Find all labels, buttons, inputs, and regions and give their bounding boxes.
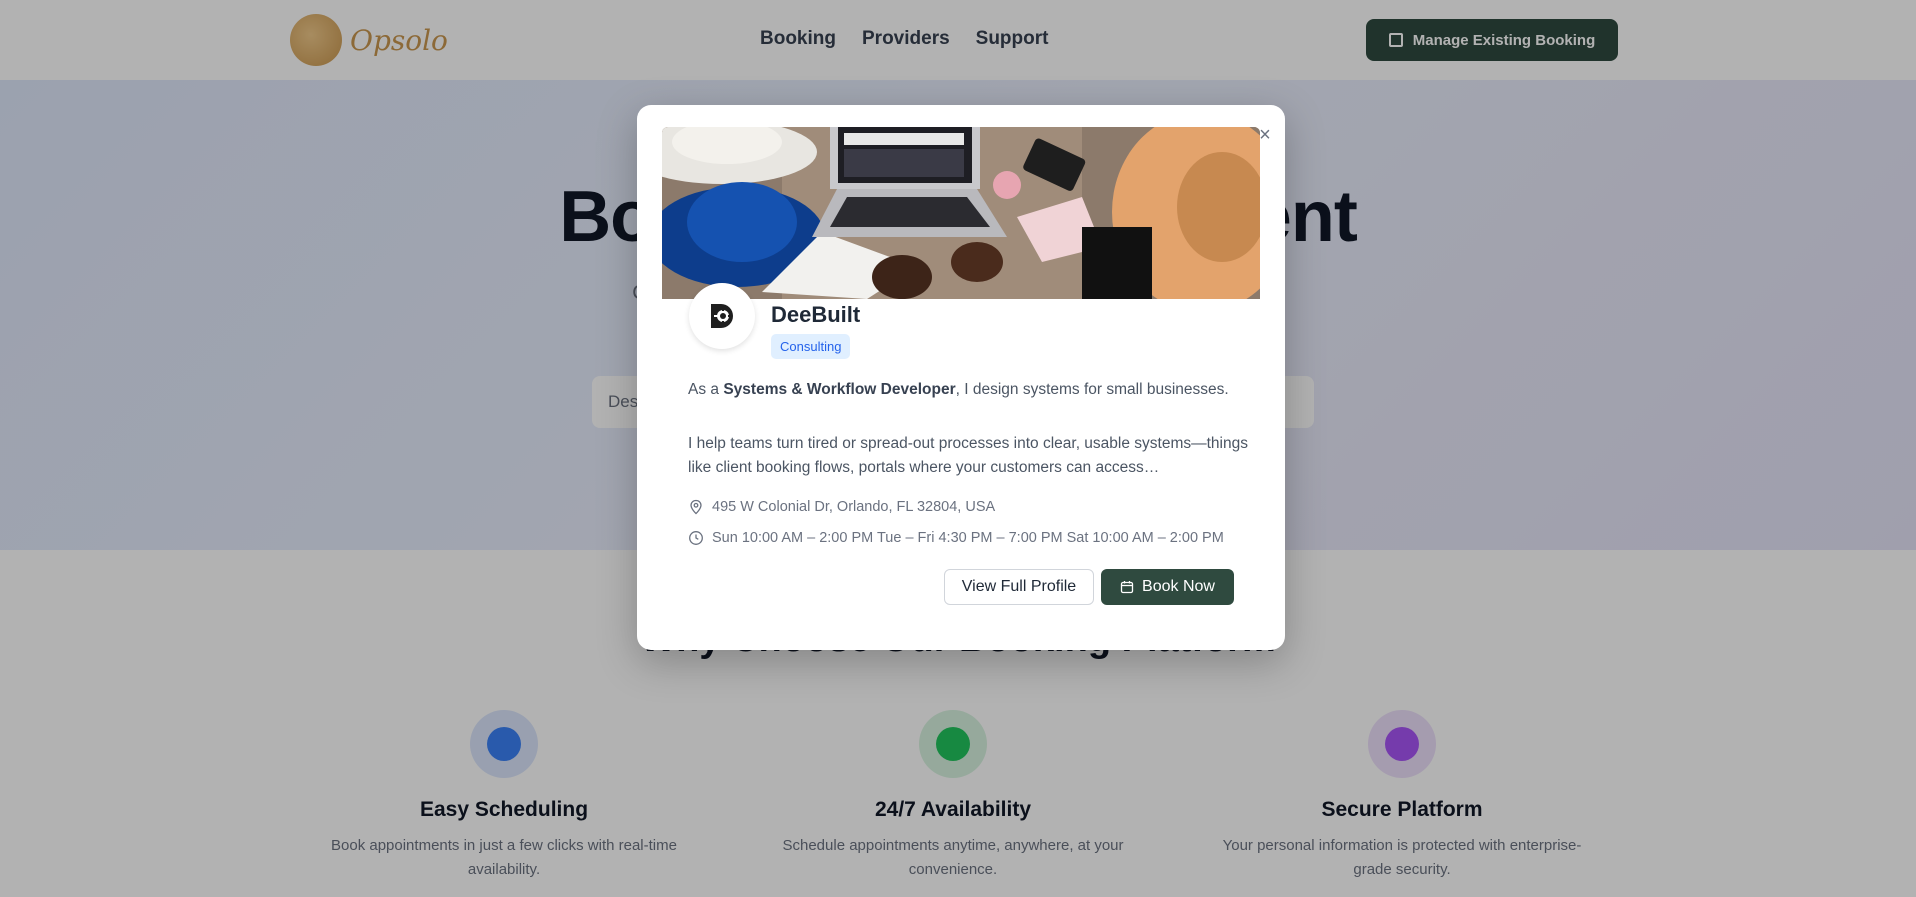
provider-cover-image <box>662 127 1260 299</box>
view-full-profile-button[interactable]: View Full Profile <box>944 569 1094 605</box>
book-now-button[interactable]: Book Now <box>1101 569 1234 605</box>
desc-role: Systems & Workflow Developer <box>723 381 956 398</box>
provider-preview-modal: × DeeBuilt Consulting As a Systems & Wor… <box>637 105 1285 650</box>
clock-icon <box>689 531 703 545</box>
desc-prefix: As a <box>688 381 724 398</box>
provider-logo-icon <box>711 304 733 328</box>
cover-photo <box>662 127 1260 299</box>
desc-suffix: , I design systems for small businesses. <box>955 381 1229 398</box>
provider-hours: Sun 10:00 AM – 2:00 PM Tue – Fri 4:30 PM… <box>712 530 1224 546</box>
provider-address-row: 495 W Colonial Dr, Orlando, FL 32804, US… <box>688 499 995 515</box>
provider-address: 495 W Colonial Dr, Orlando, FL 32804, US… <box>712 499 996 515</box>
provider-avatar <box>689 283 755 349</box>
map-pin-icon <box>690 499 702 515</box>
calendar-icon <box>1120 581 1134 594</box>
provider-description-detail: I help teams turn tired or spread-out pr… <box>688 435 1248 476</box>
book-now-label: Book Now <box>1142 578 1215 595</box>
category-badge: Consulting <box>771 334 851 359</box>
provider-description-intro: As a Systems & Workflow Developer, I des… <box>688 378 1248 402</box>
provider-name: DeeBuilt <box>771 302 861 327</box>
provider-hours-row: Sun 10:00 AM – 2:00 PM Tue – Fri 4:30 PM… <box>688 530 1224 546</box>
